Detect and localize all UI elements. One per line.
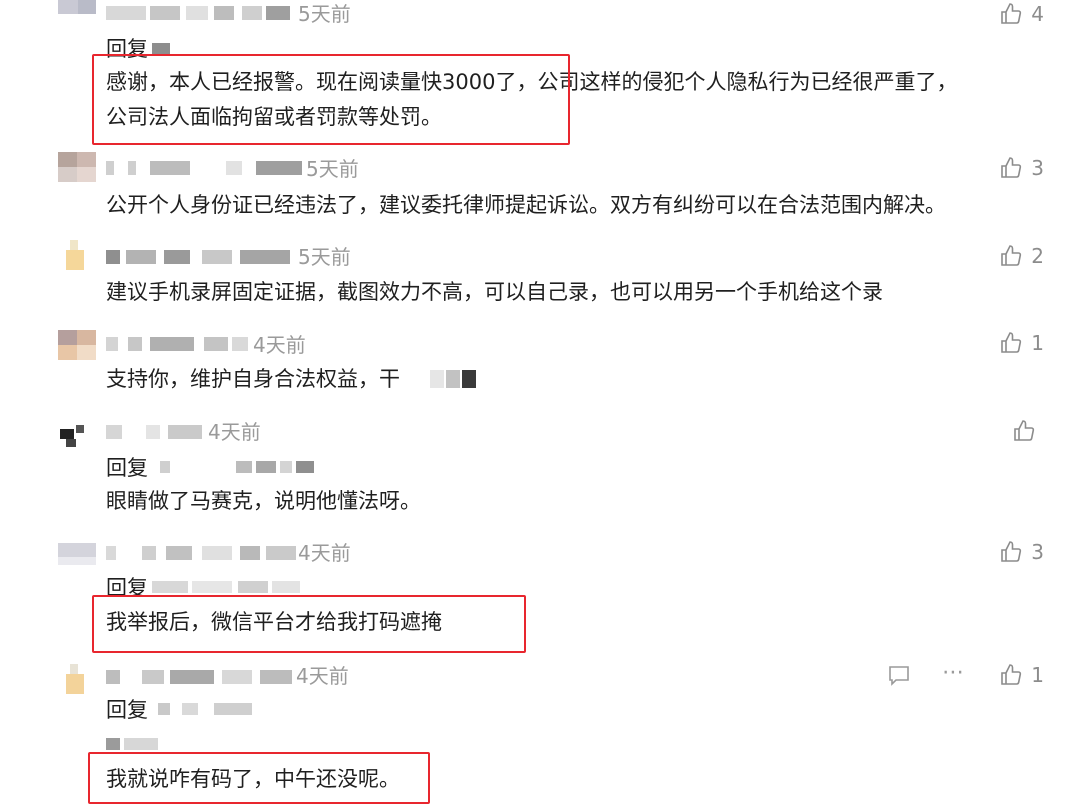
comment-icon <box>889 666 909 686</box>
like-count: 3 <box>1031 156 1044 180</box>
reply-target-mosaic[interactable] <box>152 578 300 596</box>
comment-time: 5天前 <box>306 157 359 181</box>
comment-text: 公开个人身份证已经违法了，建议委托律师提起诉讼。双方有纠纷可以在合法范围内解决。 <box>106 193 946 217</box>
thumbs-up-icon <box>1001 3 1022 24</box>
username-mosaic[interactable] <box>106 421 202 443</box>
reply-prefix: 回复 <box>106 456 148 480</box>
like-count: 3 <box>1031 540 1044 564</box>
username-mosaic[interactable] <box>106 542 296 564</box>
like-count: 1 <box>1031 331 1044 355</box>
comment-time: 4天前 <box>296 664 349 688</box>
text-mosaic <box>430 370 476 388</box>
comment-time: 4天前 <box>208 420 261 444</box>
comment-time: 4天前 <box>298 541 351 565</box>
more-button[interactable]: ⋯ <box>942 662 966 684</box>
like-count: 4 <box>1031 2 1044 26</box>
like-button[interactable]: 4 <box>999 2 1044 26</box>
comment-text: 支持你，维护自身合法权益，干 <box>106 367 400 391</box>
avatar[interactable] <box>58 425 96 455</box>
username-mosaic[interactable] <box>106 246 292 268</box>
thumbs-up-icon <box>1001 664 1022 685</box>
comment-time: 4天前 <box>253 333 306 357</box>
avatar[interactable] <box>58 152 96 182</box>
username-mosaic[interactable] <box>106 2 292 24</box>
avatar[interactable] <box>58 330 96 360</box>
like-button[interactable]: 1 <box>999 663 1044 687</box>
reply-target-mosaic[interactable] <box>160 458 314 476</box>
like-button[interactable]: 3 <box>999 540 1044 564</box>
like-button[interactable] <box>1012 419 1044 443</box>
reply-target-mosaic[interactable] <box>158 700 252 718</box>
avatar[interactable] <box>58 664 96 694</box>
highlight-box <box>92 595 526 653</box>
thumbs-up-icon <box>1001 332 1022 353</box>
reply-prefix: 回复 <box>106 698 148 722</box>
reply-button[interactable] <box>886 662 912 688</box>
comment-text: 眼睛做了马赛克，说明他懂法呀。 <box>106 489 421 513</box>
highlight-box <box>92 54 570 145</box>
text-mosaic <box>106 735 158 753</box>
username-mosaic[interactable] <box>106 333 248 355</box>
thumbs-up-icon <box>1001 245 1022 266</box>
thumbs-up-icon <box>1001 541 1022 562</box>
avatar[interactable] <box>58 543 96 573</box>
like-count: 2 <box>1031 244 1044 268</box>
username-mosaic[interactable] <box>106 666 292 688</box>
avatar[interactable] <box>58 240 96 270</box>
highlight-box <box>88 752 430 804</box>
thumbs-up-icon <box>1014 420 1035 441</box>
avatar[interactable] <box>58 0 96 18</box>
like-button[interactable]: 2 <box>999 244 1044 268</box>
like-count: 1 <box>1031 663 1044 687</box>
thumbs-up-icon <box>1001 157 1022 178</box>
username-mosaic[interactable] <box>106 157 302 179</box>
comment-time: 5天前 <box>298 2 351 26</box>
like-button[interactable]: 3 <box>999 156 1044 180</box>
comment-text: 建议手机录屏固定证据，截图效力不高，可以自己录，也可以用另一个手机给这个录 <box>106 280 883 304</box>
like-button[interactable]: 1 <box>999 331 1044 355</box>
comment-time: 5天前 <box>298 245 351 269</box>
